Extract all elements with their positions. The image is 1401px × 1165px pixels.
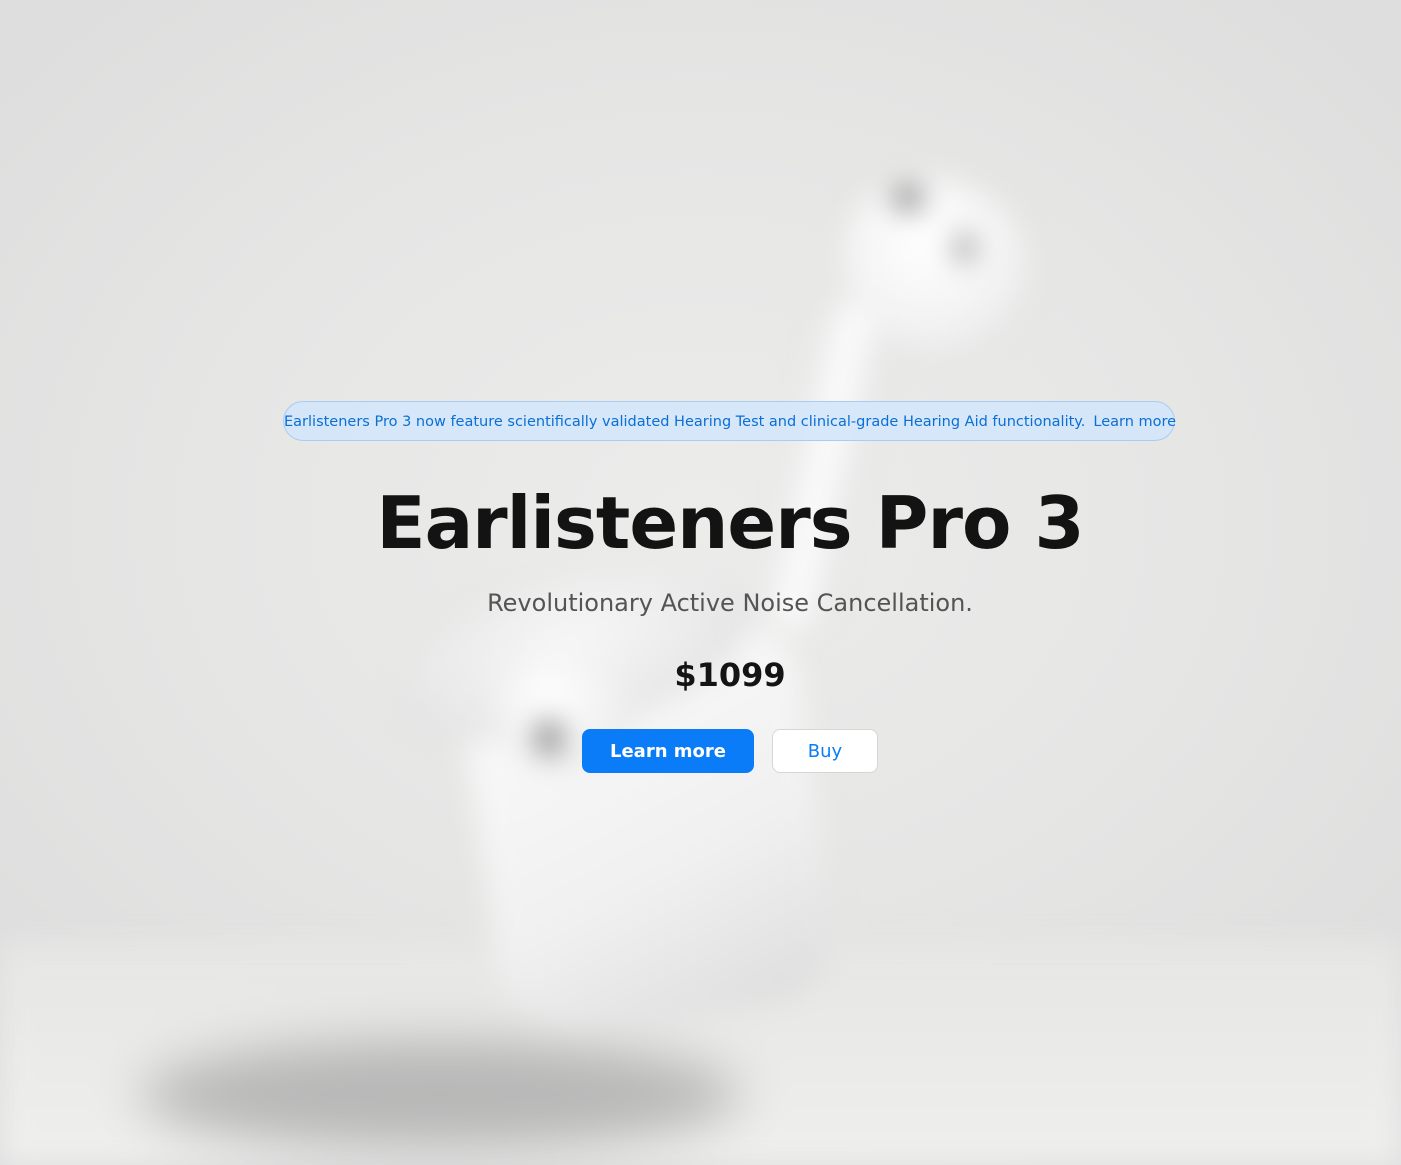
announcement-banner: Earlisteners Pro 3 now feature scientifi… [283,401,1176,441]
product-title: Earlisteners Pro 3 [376,481,1084,565]
learn-more-button[interactable]: Learn more [582,729,754,773]
announcement-learn-more-link[interactable]: Learn more [1093,414,1176,430]
announcement-text: Earlisteners Pro 3 now feature scientifi… [284,414,1086,430]
hero-content: Earlisteners Pro 3 now feature scientifi… [0,0,1401,1165]
buy-button[interactable]: Buy [772,729,878,773]
product-subtitle: Revolutionary Active Noise Cancellation. [487,589,973,617]
hero-section: Earlisteners Pro 3 now feature scientifi… [0,0,1401,1165]
product-price: $1099 [674,656,786,694]
